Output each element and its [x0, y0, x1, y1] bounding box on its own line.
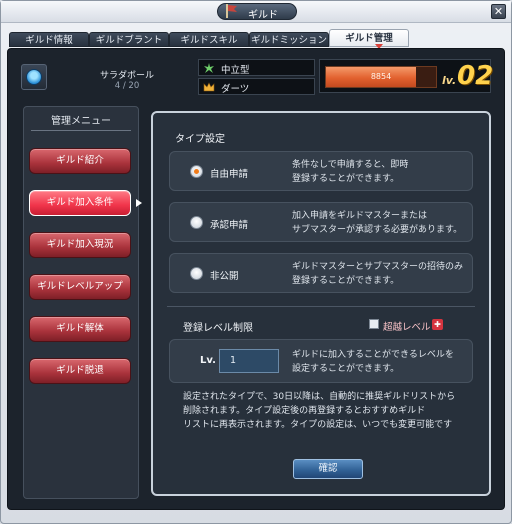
- desc-line: サブマスターが承認する必要があります。: [292, 225, 463, 235]
- type-settings-title: タイプ設定: [175, 134, 225, 145]
- option-private[interactable]: 非公開 ギルドマスターとサブマスターの招待のみ 登録することができます。: [169, 253, 473, 293]
- alignment-icon: [204, 63, 214, 73]
- level-input[interactable]: 1: [219, 349, 279, 373]
- menu-level-up[interactable]: ギルドレベルアップ: [29, 274, 131, 300]
- notice-line: リストに再表示されます。タイプの設定は、いつでも変更可能です: [183, 420, 453, 430]
- guild-master-name: ダーツ: [221, 84, 250, 95]
- tab-guild-brand[interactable]: ギルドブラント: [89, 32, 169, 47]
- desc-line: 登録することができます。: [292, 174, 400, 184]
- window-title: ギルド: [248, 10, 278, 21]
- close-button[interactable]: ✕: [491, 4, 506, 19]
- guild-emblem: [21, 64, 47, 90]
- active-menu-pointer-icon: [136, 199, 142, 207]
- option-label: 自由申請: [210, 169, 249, 180]
- menu-join-status[interactable]: ギルド加入現況: [29, 232, 131, 258]
- section-divider: [167, 306, 475, 307]
- option-label: 非公開: [210, 271, 239, 282]
- menu-disband[interactable]: ギルド解体: [29, 316, 131, 342]
- title-bar[interactable]: ギルド ✕: [1, 1, 511, 23]
- desc-line: 条件なしで申請すると、即時: [292, 160, 409, 170]
- notice-line: 削除されます。タイプ設定後の再登録するとおすすめギルド: [183, 406, 426, 416]
- level-limit-description: ギルドに加入することができるレベルを 設定することができます。: [292, 348, 468, 376]
- radio-private[interactable]: [190, 267, 203, 280]
- guild-name: サラダボール: [99, 71, 154, 81]
- tab-bar: ギルド情報 ギルドブラント ギルドスキル ギルドミッション ギルド管理: [7, 29, 505, 49]
- radio-free-apply[interactable]: [190, 165, 203, 178]
- alignment-text: 中立型: [221, 65, 250, 76]
- menu-guild-intro[interactable]: ギルド紹介: [29, 148, 131, 174]
- lv-label: Lv.: [200, 355, 216, 366]
- menu-join-conditions[interactable]: ギルド加入条件: [29, 190, 131, 216]
- guild-window: ギルド ✕ ギルド情報 ギルドブラント ギルドスキル ギルドミッション ギルド管…: [0, 0, 512, 524]
- radio-approval-apply[interactable]: [190, 216, 203, 229]
- tab-guild-management[interactable]: ギルド管理: [329, 29, 409, 47]
- sidebar-title: 管理メニュー: [31, 113, 131, 131]
- overlevel-checkbox[interactable]: [369, 319, 379, 329]
- guild-exp-bar: 8854: [325, 66, 437, 88]
- menu-leave[interactable]: ギルド脱退: [29, 358, 131, 384]
- tab-guild-mission[interactable]: ギルドミッション: [249, 32, 329, 47]
- desc-line: ギルドに加入することができるレベルを: [292, 350, 454, 360]
- level-limit-row: Lv. 1 ギルドに加入することができるレベルを 設定することができます。: [169, 339, 473, 383]
- guild-level: 02: [457, 61, 494, 91]
- guild-exp-text: 8854: [370, 72, 392, 81]
- guild-master-box: ダーツ: [198, 78, 315, 95]
- desc-line: 設定することができます。: [292, 364, 400, 374]
- guild-emblem-icon: [26, 69, 42, 85]
- alignment-box: 中立型: [198, 59, 315, 76]
- window-title-pill: ギルド: [217, 3, 297, 21]
- option-description: 条件なしで申請すると、即時 登録することができます。: [292, 158, 470, 186]
- option-approval-apply[interactable]: 承認申請 加入申請をギルドマスターまたは サブマスターが承認する必要があります。: [169, 202, 473, 242]
- guild-level-box: 8854 lv. 02: [319, 59, 494, 93]
- desc-line: ギルドマスターとサブマスターの招待のみ: [292, 262, 464, 272]
- desc-line: 登録することができます。: [292, 276, 400, 286]
- level-limit-title: 登録レベル制限: [183, 323, 253, 334]
- option-label: 承認申請: [210, 220, 249, 231]
- crown-icon: [203, 82, 215, 92]
- desc-line: 加入申請をギルドマスターまたは: [292, 211, 428, 221]
- confirm-button[interactable]: 確認: [293, 459, 363, 479]
- notice-line: 設定されたタイプで、30日以降は、自動的に推奨ギルドリストから: [183, 392, 456, 402]
- notice-text: 設定されたタイプで、30日以降は、自動的に推奨ギルドリストから 削除されます。タ…: [183, 390, 463, 432]
- overlevel-badge-icon: ✚: [432, 319, 443, 330]
- level-prefix: lv.: [442, 74, 457, 87]
- option-description: ギルドマスターとサブマスターの招待のみ 登録することができます。: [292, 260, 470, 288]
- guild-flag-icon: [226, 4, 237, 18]
- tab-guild-skill[interactable]: ギルドスキル: [169, 32, 249, 47]
- overlevel-label: 超越レベル: [383, 322, 431, 333]
- member-count: 4 / 20: [114, 81, 140, 91]
- option-description: 加入申請をギルドマスターまたは サブマスターが承認する必要があります。: [292, 209, 470, 237]
- option-free-apply[interactable]: 自由申請 条件なしで申請すると、即時 登録することができます。: [169, 151, 473, 191]
- tab-guild-info[interactable]: ギルド情報: [9, 32, 89, 47]
